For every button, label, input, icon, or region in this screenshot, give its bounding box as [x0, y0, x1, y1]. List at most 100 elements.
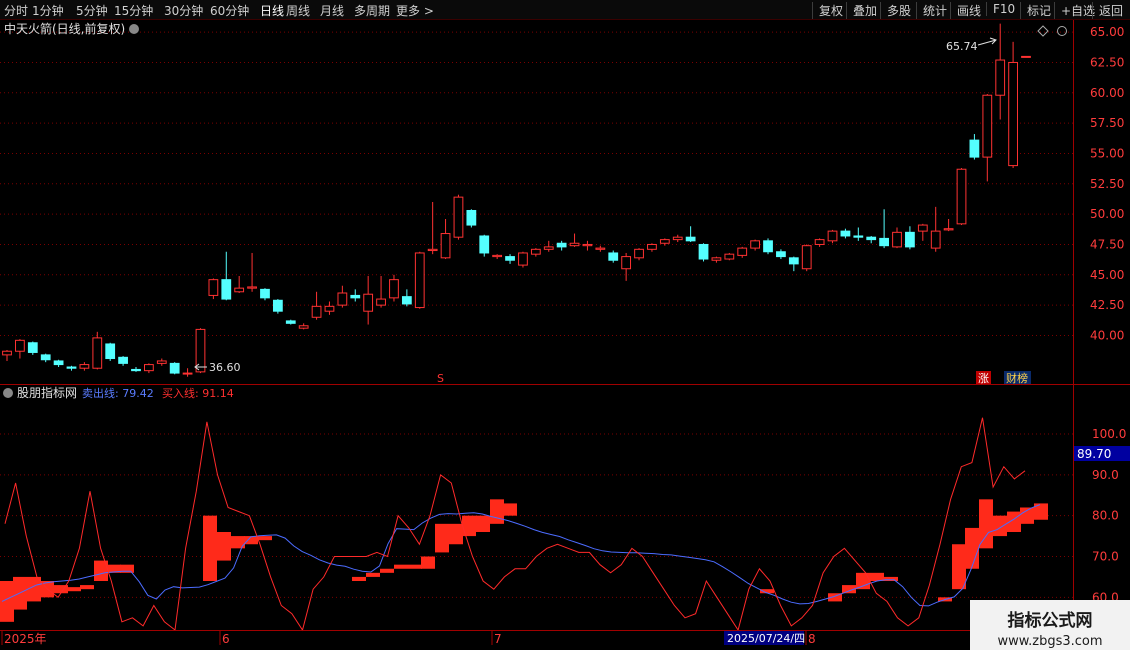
price-grid [0, 31, 1073, 336]
chevron-down-icon [3, 388, 13, 398]
price-tick-label: 65.00 [1090, 25, 1124, 39]
indicator-bar [503, 503, 517, 516]
indicator-bar [394, 564, 408, 569]
candle-body [144, 364, 154, 372]
candle-body [440, 233, 451, 259]
price-axis: 40.00 42.50 45.00 47.50 50.00 52.50 55.00 57.50… [1090, 25, 1124, 342]
candle-body [853, 235, 864, 238]
candle-body [659, 239, 670, 244]
arrow-icon [977, 37, 997, 46]
candle-body [879, 237, 889, 247]
candle-body [982, 94, 993, 158]
candle-body [40, 354, 51, 361]
price-tick-label: 45.00 [1090, 268, 1124, 282]
candle-body [492, 254, 503, 258]
indicator-bar [27, 576, 41, 602]
watermark: 指标公式网 www.zbgs3.com [970, 600, 1130, 650]
price-tick-label: 57.50 [1090, 116, 1124, 130]
cursor-date-label: 2025/07/24/四 [727, 632, 805, 645]
indicator-bar [80, 585, 94, 590]
candle-body [569, 242, 580, 247]
candle-body [131, 368, 141, 372]
sell-line-legend: 卖出线: 79.42 [82, 386, 154, 400]
candle-body [698, 243, 709, 260]
candle-body [479, 235, 490, 254]
candle-body [414, 252, 425, 309]
candle-body [92, 337, 103, 369]
candle-body [995, 59, 1006, 96]
candle-body [608, 252, 619, 261]
indicator-bar [952, 544, 966, 590]
candle-body [337, 292, 348, 306]
indicator-grid [0, 433, 1073, 598]
candle-body [376, 298, 386, 306]
watermark-url: www.zbgs3.com [997, 634, 1103, 649]
candle-body [930, 230, 941, 249]
indicator-bar [476, 515, 490, 532]
diamond-icon [1037, 25, 1049, 37]
indicator-tick-label: 100.0 [1092, 427, 1126, 441]
candle-body [685, 236, 696, 242]
candle-body [169, 362, 180, 374]
candle-body [53, 360, 64, 366]
time-axis-label: 2025年 [4, 632, 47, 646]
indicator-bar [490, 499, 504, 524]
price-tick-label: 62.50 [1090, 55, 1124, 69]
indicator-bar [203, 515, 217, 581]
candle-body [105, 343, 116, 360]
low-price-label: 36.60 [209, 361, 241, 374]
candle-body [892, 231, 902, 248]
sell-line-series [1, 504, 1041, 607]
indicator-bar [979, 499, 993, 549]
candle-body [401, 296, 412, 305]
price-tick-label: 47.50 [1090, 237, 1124, 251]
candle-body [556, 242, 567, 248]
candle-body [827, 230, 838, 242]
badge-rise: 涨 [978, 372, 989, 385]
price-tick-label: 42.50 [1090, 298, 1124, 312]
candle-body [943, 228, 954, 231]
indicator-bar [380, 568, 394, 573]
candle-body [260, 288, 270, 299]
candle-body [956, 168, 967, 225]
indicator-bar [993, 515, 1007, 537]
candle-body [634, 248, 644, 259]
candle-body [724, 253, 735, 260]
indicator-bar [408, 564, 422, 569]
candle-body [234, 287, 245, 293]
indicator-bar [217, 532, 231, 561]
indicator-bar [435, 523, 449, 553]
candle-body [750, 240, 761, 249]
candle-body [208, 279, 219, 296]
candle-body [298, 325, 309, 329]
main-chart-title: 中天火箭(日线,前复权) [4, 21, 125, 36]
badge-finance: 财榜 [1006, 371, 1028, 385]
candle-body [1021, 55, 1031, 58]
candle-body [221, 279, 232, 300]
candle-body [311, 305, 322, 318]
indicator-bar [870, 572, 884, 581]
candle-body [15, 339, 25, 352]
candle-body [969, 139, 980, 158]
price-tick-label: 40.00 [1090, 328, 1124, 342]
price-tick-label: 55.00 [1090, 146, 1124, 160]
price-tick-label: 60.00 [1090, 86, 1124, 100]
candle-body [814, 239, 825, 245]
candle-body [595, 247, 606, 250]
time-axis-label: 6 [222, 632, 230, 646]
buy-line-series [4, 417, 1026, 632]
candle-body [285, 320, 296, 324]
candle-body [118, 356, 128, 364]
candle-body [763, 240, 773, 253]
candlestick-series [2, 23, 1031, 377]
indicator-bar [965, 527, 979, 569]
candle-body [505, 256, 515, 261]
indicator-bars [0, 499, 1048, 622]
indicator-bar [449, 523, 463, 545]
candle-body [582, 243, 593, 247]
circle-icon [1057, 26, 1067, 36]
price-tick-label: 52.50 [1090, 177, 1124, 191]
candle-body [247, 286, 257, 289]
candle-body [672, 236, 683, 241]
indicator-tick-label: 70.0 [1092, 550, 1119, 564]
